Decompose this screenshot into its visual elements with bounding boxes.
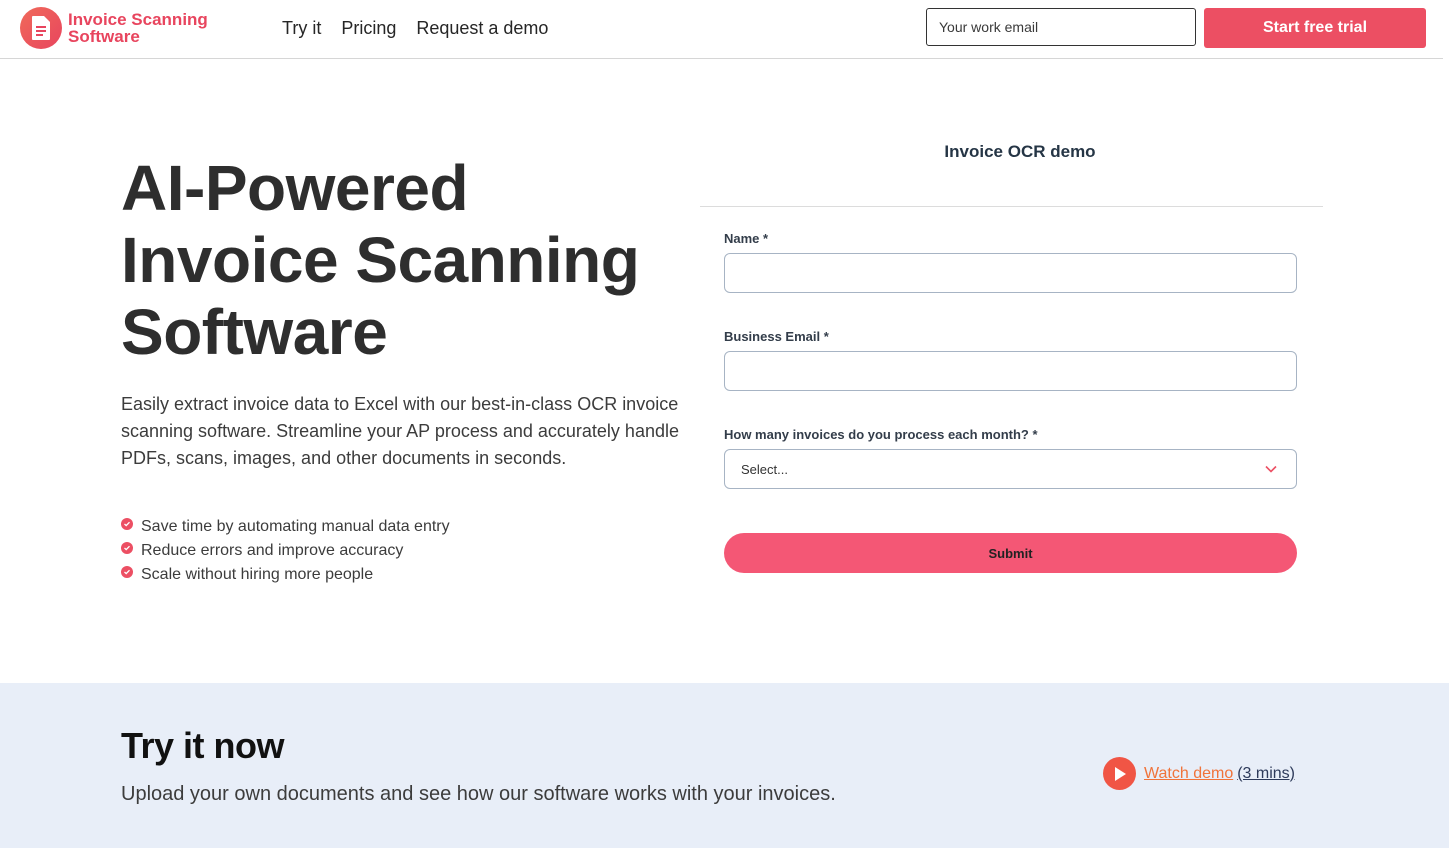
nav-pricing[interactable]: Pricing [341,18,396,39]
benefit-text: Save time by automating manual data entr… [141,518,450,535]
benefit-text: Reduce errors and improve accuracy [141,542,404,559]
hero-title-line-2: Invoice Scanning [121,224,640,296]
nav-request-demo[interactable]: Request a demo [416,18,548,39]
check-bullet-icon [121,542,133,554]
benefit-text: Scale without hiring more people [141,566,374,583]
business-email-field[interactable] [724,351,1297,391]
select-value: Select... [741,462,788,477]
hero-title-line-1: AI-Powered [121,152,469,224]
document-logo-icon [20,7,62,49]
logo-line-1: Invoice Scanning [68,10,208,29]
form-title: Invoice OCR demo [944,142,1096,161]
chevron-down-icon [1264,462,1278,481]
benefit-list: Save time by automating manual data entr… [121,515,450,587]
start-free-trial-button[interactable]: Start free trial [1204,8,1426,48]
site-header: Invoice Scanning Software Try it Pricing… [0,0,1443,59]
logo[interactable]: Invoice Scanning Software [20,7,228,49]
hero-title: AI-Powered Invoice Scanning Software [121,152,701,368]
watch-demo-duration: (3 mins) [1237,764,1295,782]
try-it-section: Try it now Upload your own documents and… [0,683,1449,848]
check-bullet-icon [121,566,133,578]
try-it-description: Upload your own documents and see how ou… [121,783,836,805]
work-email-input[interactable] [926,8,1196,46]
hero-title-line-3: Software [121,296,388,368]
watch-demo-link[interactable]: Watch demo [1144,765,1233,783]
watch-demo[interactable]: Watch demo (3 mins) [1103,757,1295,790]
submit-button[interactable]: Submit [724,533,1297,573]
try-it-title: Try it now [121,725,285,766]
list-item: Save time by automating manual data entr… [121,515,450,539]
main-nav: Try it Pricing Request a demo [282,18,548,39]
list-item: Reduce errors and improve accuracy [121,539,450,563]
play-icon[interactable] [1103,757,1136,790]
list-item: Scale without hiring more people [121,563,450,587]
name-label: Name * [724,231,769,246]
hero-description: Easily extract invoice data to Excel wit… [121,394,679,468]
form-divider [700,206,1323,207]
nav-try-it[interactable]: Try it [282,18,321,39]
name-field[interactable] [724,253,1297,293]
check-bullet-icon [121,518,133,530]
logo-line-2: Software [68,27,140,46]
invoices-per-month-label: How many invoices do you process each mo… [724,427,1038,442]
business-email-label: Business Email * [724,329,829,344]
logo-text: Invoice Scanning Software [68,11,228,45]
invoices-per-month-select[interactable]: Select... [724,449,1297,489]
